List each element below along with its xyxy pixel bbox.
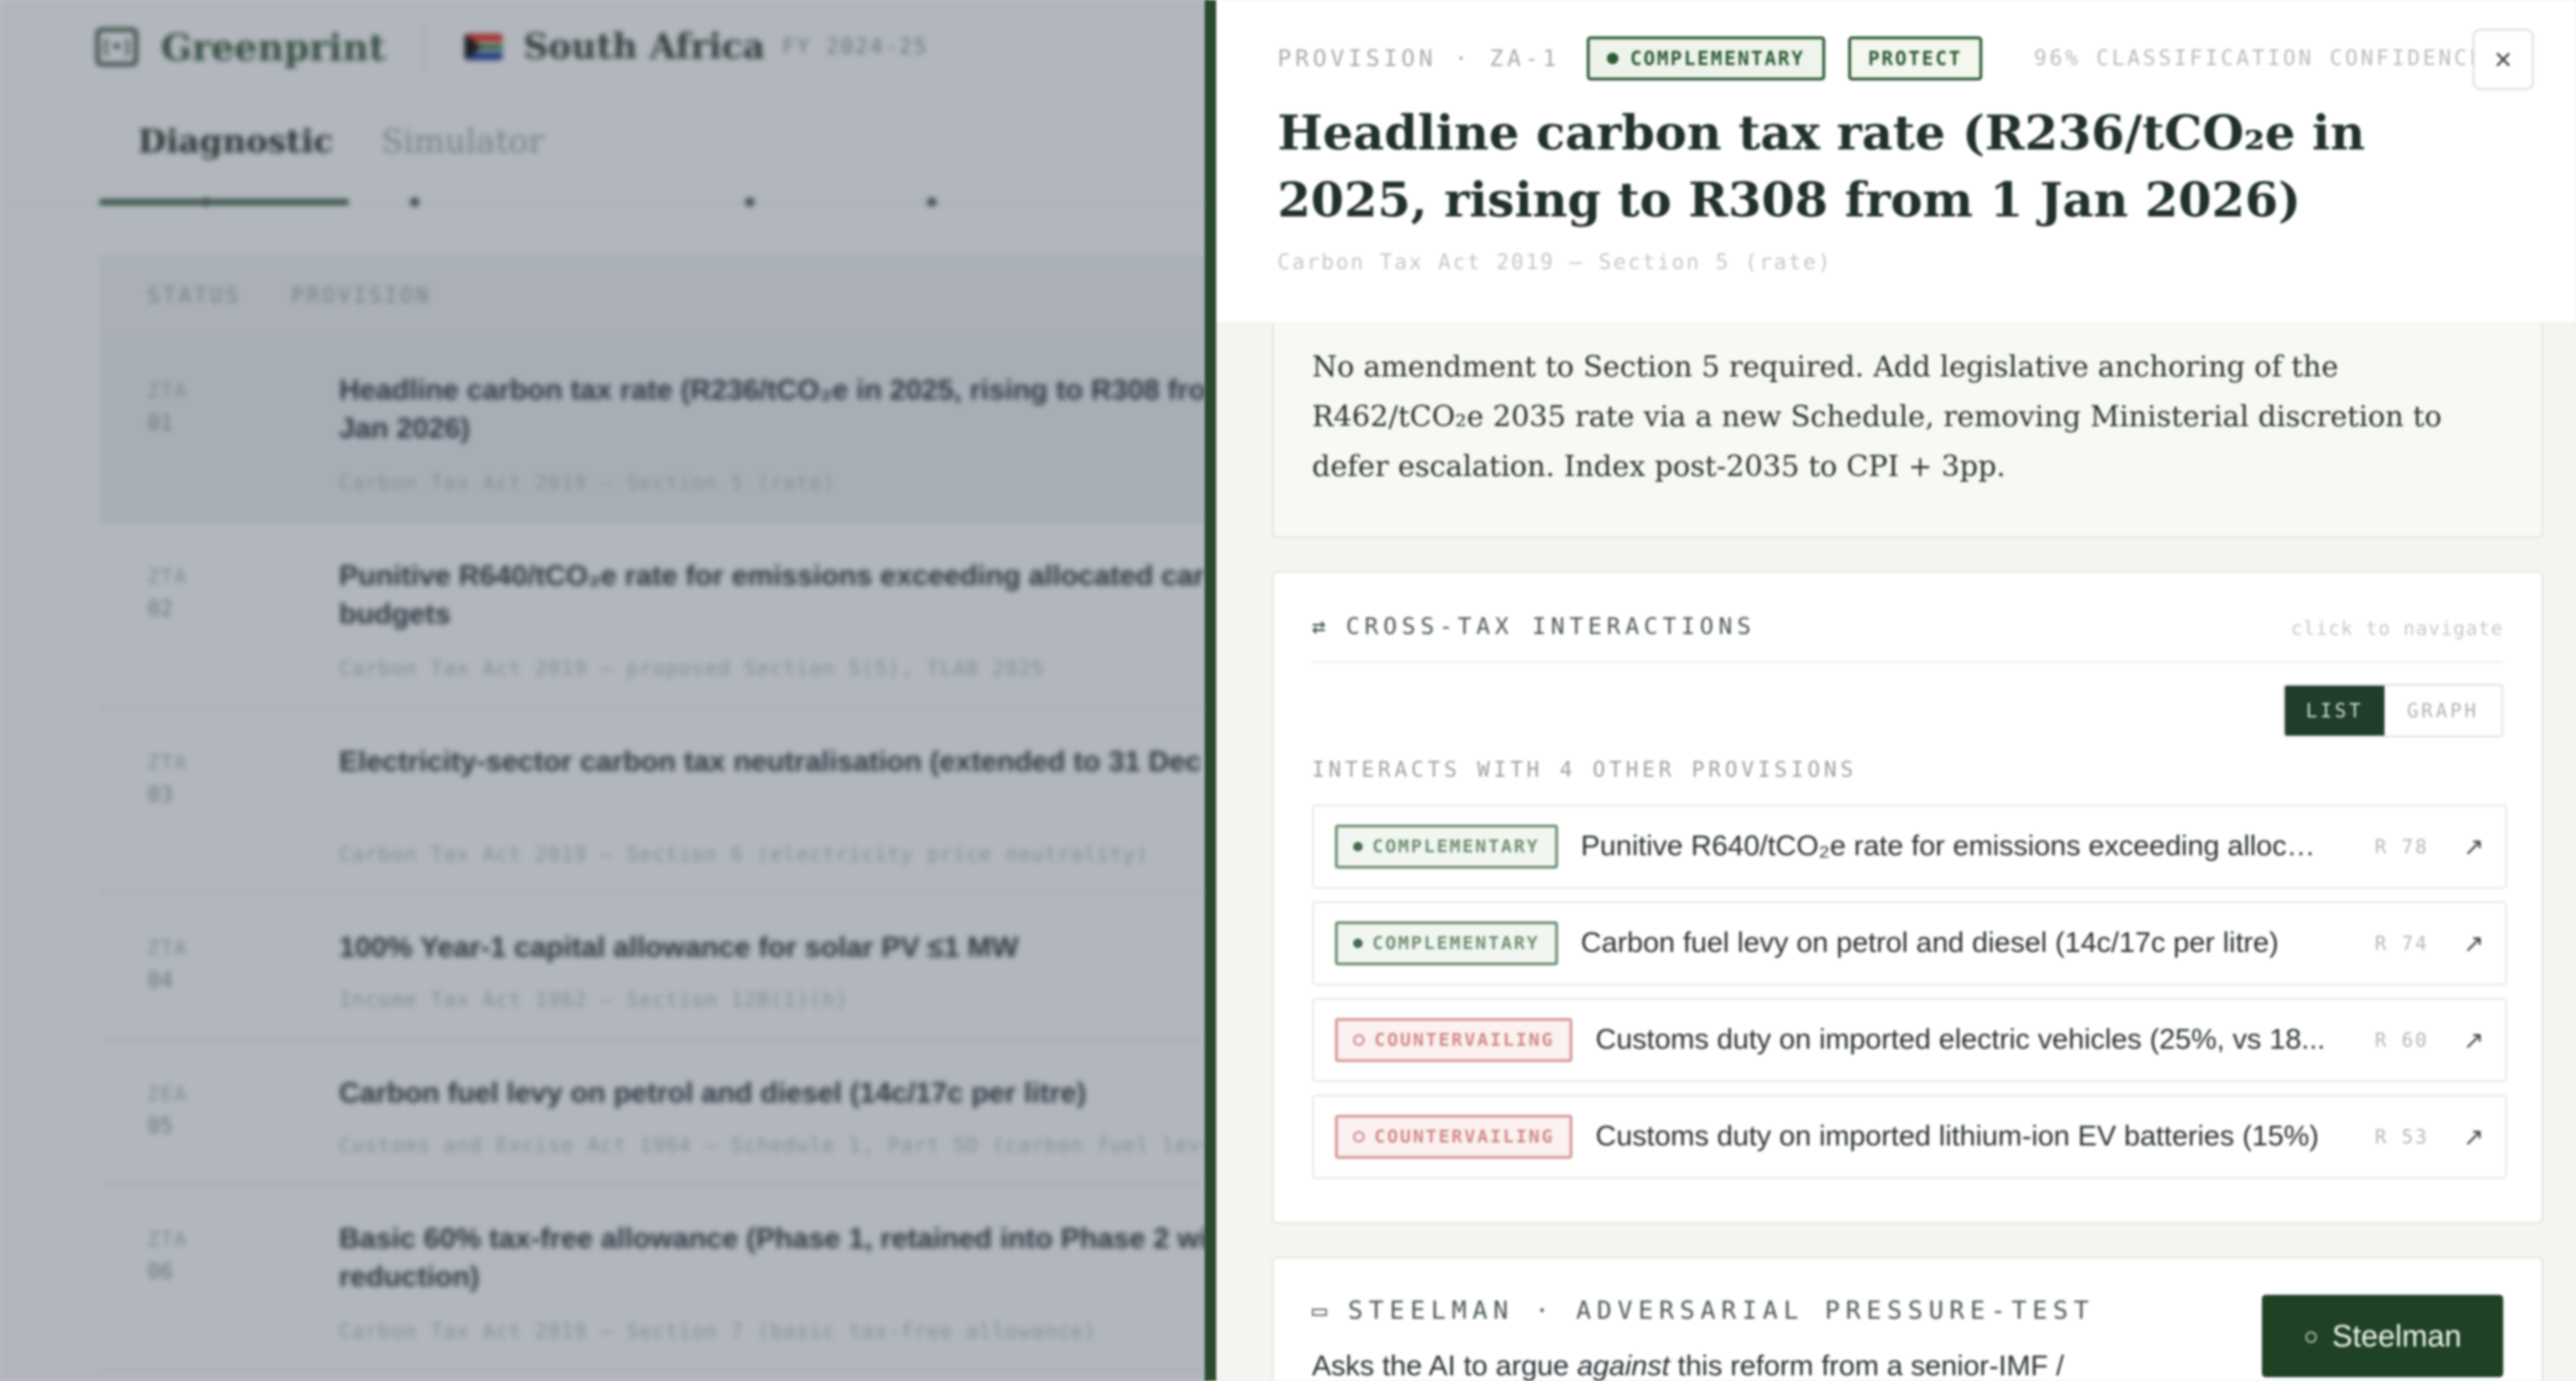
badge-circle-icon <box>1353 1131 1365 1143</box>
steelman-desc-emphasis: against <box>1576 1350 1670 1381</box>
navigate-arrow-icon[interactable]: ↗ <box>2463 1122 2484 1152</box>
badge-circle-icon <box>1353 1034 1365 1046</box>
interaction-type: COUNTERVAILING <box>1374 1126 1555 1147</box>
interaction-item[interactable]: COMPLEMENTARY Carbon fuel levy on petrol… <box>1312 901 2507 985</box>
link-icon: ⇄ <box>1312 613 1331 640</box>
modal-backdrop[interactable] <box>0 0 1209 1381</box>
interaction-title: Punitive R640/tCO₂e rate for emissions e… <box>1580 830 2328 862</box>
chat-bubble-icon: ▭ <box>1312 1297 1333 1325</box>
steelman-card: ▭ STEELMAN · ADVERSARIAL PRESSURE-TEST A… <box>1272 1256 2543 1381</box>
steelman-description: Asks the AI to argue against this reform… <box>1312 1350 2064 1381</box>
drawer-meta: PROVISION · ZA-1 COMPLEMENTARY PROTECT 9… <box>1277 36 2485 80</box>
interaction-score: R 78 <box>2374 835 2429 858</box>
click-to-navigate-hint: click to navigate <box>2291 617 2503 640</box>
cross-tax-heading-label: CROSS-TAX INTERACTIONS <box>1345 613 1756 640</box>
interaction-item[interactable]: COUNTERVAILING Customs duty on imported … <box>1312 998 2507 1082</box>
interactions-list: COMPLEMENTARY Punitive R640/tCO₂e rate f… <box>1312 804 2507 1191</box>
steelman-desc-suffix: this reform from a senior-IMF / <box>1669 1350 2065 1381</box>
interaction-score: R 60 <box>2374 1029 2429 1052</box>
drawer-header: PROVISION · ZA-1 COMPLEMENTARY PROTECT 9… <box>1216 0 2576 322</box>
complementary-badge: COMPLEMENTARY <box>1335 921 1558 965</box>
interaction-type: COMPLEMENTARY <box>1372 933 1540 954</box>
interaction-title: Customs duty on imported lithium-ion EV … <box>1595 1121 2319 1152</box>
interaction-score: R 53 <box>2374 1125 2429 1148</box>
provision-citation: Carbon Tax Act 2019 — Section 5 (rate) <box>1277 251 1833 275</box>
provision-title: Headline carbon tax rate (R236/tCO₂e in … <box>1277 104 2365 228</box>
provision-detail-drawer: PROVISION · ZA-1 COMPLEMENTARY PROTECT 9… <box>1205 0 2576 1381</box>
steelman-button-label: Steelman <box>2332 1318 2462 1353</box>
interaction-type: COMPLEMENTARY <box>1372 836 1540 857</box>
interaction-item[interactable]: COMPLEMENTARY Punitive R640/tCO₂e rate f… <box>1312 804 2507 889</box>
circle-icon: ○ <box>2303 1321 2319 1350</box>
navigate-arrow-icon[interactable]: ↗ <box>2463 832 2484 862</box>
interaction-score: R 74 <box>2374 932 2429 955</box>
steelman-desc-prefix: Asks the AI to argue <box>1312 1350 1577 1381</box>
divider <box>1312 661 2503 663</box>
cross-tax-heading: ⇄ CROSS-TAX INTERACTIONS <box>1312 613 1755 640</box>
cross-tax-interactions-card: ⇄ CROSS-TAX INTERACTIONS click to naviga… <box>1272 571 2543 1224</box>
protect-badge: PROTECT <box>1847 36 1983 80</box>
view-toggle: LIST GRAPH <box>2283 684 2503 737</box>
interaction-title: Carbon fuel levy on petrol and diesel (1… <box>1580 927 2279 959</box>
complementary-badge: COMPLEMENTARY <box>1335 825 1558 869</box>
recommendation-card: No amendment to Section 5 required. Add … <box>1272 322 2543 538</box>
interaction-type: COUNTERVAILING <box>1374 1030 1555 1051</box>
navigate-arrow-icon[interactable]: ↗ <box>2463 929 2484 959</box>
steelman-heading-label: STEELMAN · ADVERSARIAL PRESSURE-TEST <box>1347 1297 2095 1325</box>
graph-view-button[interactable]: GRAPH <box>2384 686 2501 736</box>
steelman-button[interactable]: ○ Steelman <box>2262 1295 2503 1377</box>
interactions-count: INTERACTS WITH 4 OTHER PROVISIONS <box>1312 758 1858 782</box>
classification-confidence: 96% CLASSIFICATION CONFIDENCE <box>2034 46 2486 71</box>
navigate-arrow-icon[interactable]: ↗ <box>2463 1026 2484 1055</box>
interaction-title: Customs duty on imported electric vehicl… <box>1595 1024 2326 1055</box>
recommendation-text: No amendment to Section 5 required. Add … <box>1312 351 2442 484</box>
badge-dot-icon <box>1607 53 1619 64</box>
complementary-badge-label: COMPLEMENTARY <box>1630 47 1805 70</box>
provision-code: PROVISION · ZA-1 <box>1277 45 1561 72</box>
close-button[interactable]: × <box>2473 29 2534 90</box>
complementary-badge: COMPLEMENTARY <box>1587 36 1825 80</box>
countervailing-badge: COUNTERVAILING <box>1335 1115 1573 1159</box>
countervailing-badge: COUNTERVAILING <box>1335 1018 1573 1062</box>
list-view-button[interactable]: LIST <box>2285 686 2384 736</box>
interaction-item[interactable]: COUNTERVAILING Customs duty on imported … <box>1312 1095 2507 1179</box>
steelman-heading: ▭ STEELMAN · ADVERSARIAL PRESSURE-TEST <box>1312 1297 2094 1325</box>
badge-dot-icon <box>1353 939 1363 948</box>
badge-dot-icon <box>1353 842 1363 851</box>
